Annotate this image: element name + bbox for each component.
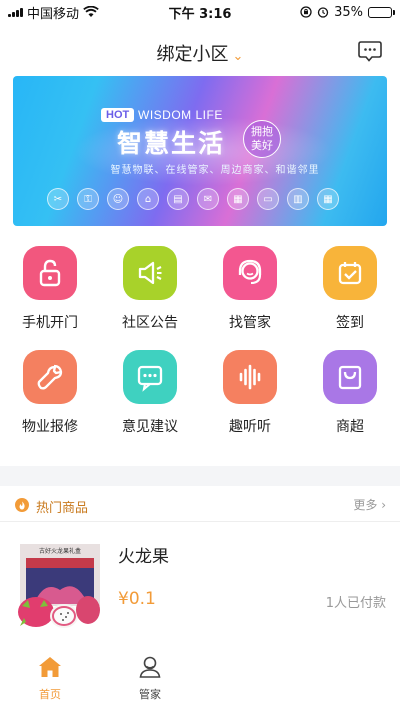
banner-hot-tag: HOT bbox=[101, 108, 135, 122]
butler-icon bbox=[139, 656, 161, 678]
doc-icon: ▤ bbox=[167, 188, 189, 210]
feature-label: 社区公告 bbox=[122, 315, 178, 331]
status-bar: 中国移动 下午 3:16 35% bbox=[0, 0, 400, 24]
shopping-bag-icon bbox=[338, 365, 362, 390]
feature-icon-bg bbox=[323, 350, 377, 404]
calendar-check-icon bbox=[338, 262, 362, 285]
banner-badge: 拥抱 美好 bbox=[243, 120, 281, 158]
feature-supermarket[interactable]: 商超 bbox=[300, 350, 400, 436]
headset-icon bbox=[238, 259, 262, 285]
orientation-lock-icon bbox=[300, 6, 312, 18]
product-name: 火龙果 bbox=[118, 547, 169, 567]
alarm-icon bbox=[317, 7, 329, 18]
chevron-down-icon: ⌄ bbox=[232, 49, 244, 64]
battery-icon bbox=[368, 6, 395, 18]
monitor-icon: ▭ bbox=[257, 188, 279, 210]
feature-label: 手机开门 bbox=[22, 315, 78, 331]
product-sold-count: 1人已付款 bbox=[325, 596, 386, 611]
grid-icon: ▦ bbox=[317, 188, 339, 210]
battery-percent: 35% bbox=[334, 4, 363, 20]
soundwave-icon bbox=[239, 364, 261, 390]
feature-repair[interactable]: 物业报修 bbox=[0, 350, 100, 436]
people-icon: ☺ bbox=[107, 188, 129, 210]
header: 绑定小区 ⌄ bbox=[0, 28, 400, 78]
feature-icon-bg bbox=[323, 246, 377, 300]
hot-goods-header: 热门商品 更多 › bbox=[0, 488, 400, 522]
product-image: 古好火龙果礼盒 bbox=[18, 544, 100, 628]
more-label: 更多 bbox=[353, 498, 378, 512]
comment-icon bbox=[137, 365, 163, 392]
lock-icon: ⚿ bbox=[77, 188, 99, 210]
feature-suggestion[interactable]: 意见建议 bbox=[100, 350, 200, 436]
promo-banner[interactable]: HOT WISDOM LIFE 智慧生活 拥抱 美好 智慧物联、在线管家、周边商… bbox=[13, 76, 387, 226]
page-title: 绑定小区 bbox=[156, 44, 229, 65]
hot-icon bbox=[15, 498, 29, 512]
banner-tagline: WISDOM LIFE bbox=[138, 108, 223, 122]
product-box-text: 古好火龙果礼盒 bbox=[39, 547, 81, 555]
home-icon bbox=[39, 657, 61, 677]
chevron-right-icon: › bbox=[381, 498, 386, 512]
feature-butler[interactable]: 找管家 bbox=[200, 246, 300, 332]
tab-butler[interactable]: 管家 bbox=[120, 656, 180, 702]
feature-door-open[interactable]: 手机开门 bbox=[0, 246, 100, 332]
banner-subtitle: 智慧物联、在线管家、周边商家、和谐邻里 bbox=[110, 165, 320, 176]
shop-icon: ▥ bbox=[287, 188, 309, 210]
banner-icon-row: ✂ ⚿ ☺ ⌂ ▤ ✉ ▦ ▭ ▥ ▦ bbox=[47, 188, 339, 210]
feature-label: 意见建议 bbox=[122, 419, 178, 435]
home-icon: ⌂ bbox=[137, 188, 159, 210]
banner-headline: 智慧生活 bbox=[117, 129, 226, 158]
more-link[interactable]: 更多 › bbox=[353, 496, 386, 513]
megaphone-icon bbox=[138, 261, 162, 285]
feature-listen[interactable]: 趣听听 bbox=[200, 350, 300, 436]
calendar-icon: ▦ bbox=[227, 188, 249, 210]
banner-badge-line1: 拥抱 bbox=[251, 125, 273, 138]
banner-badge-line2: 美好 bbox=[251, 139, 273, 152]
feature-icon-bg bbox=[123, 350, 177, 404]
feature-icon-bg bbox=[223, 350, 277, 404]
status-right: 35% bbox=[300, 4, 395, 20]
product-card[interactable]: 古好火龙果礼盒 火龙果 ¥0.1 1人已付款 bbox=[0, 530, 400, 648]
feature-label: 签到 bbox=[336, 315, 364, 331]
section-divider bbox=[0, 466, 400, 486]
feature-label: 物业报修 bbox=[22, 419, 78, 435]
product-price: ¥0.1 bbox=[118, 589, 156, 609]
feature-icon-bg bbox=[123, 246, 177, 300]
feature-label: 商超 bbox=[336, 419, 364, 435]
community-selector[interactable]: 绑定小区 ⌄ bbox=[0, 40, 400, 66]
wrench-icon bbox=[37, 364, 63, 390]
unlock-icon bbox=[39, 259, 61, 287]
feature-icon-bg bbox=[23, 246, 77, 300]
message-button[interactable] bbox=[358, 40, 382, 62]
feature-announcement[interactable]: 社区公告 bbox=[100, 246, 200, 332]
hot-goods-title: 热门商品 bbox=[36, 501, 89, 516]
feature-label: 趣听听 bbox=[229, 419, 271, 435]
tab-home[interactable]: 首页 bbox=[20, 656, 80, 702]
tab-label: 首页 bbox=[39, 688, 61, 701]
tools-icon: ✂ bbox=[47, 188, 69, 210]
feature-icon-bg bbox=[23, 350, 77, 404]
tab-label: 管家 bbox=[139, 688, 161, 701]
feature-icon-bg bbox=[223, 246, 277, 300]
feature-label: 找管家 bbox=[229, 315, 271, 331]
chat-icon: ✉ bbox=[197, 188, 219, 210]
tab-bar: 首页 管家 bbox=[0, 650, 400, 710]
feature-checkin[interactable]: 签到 bbox=[300, 246, 400, 332]
